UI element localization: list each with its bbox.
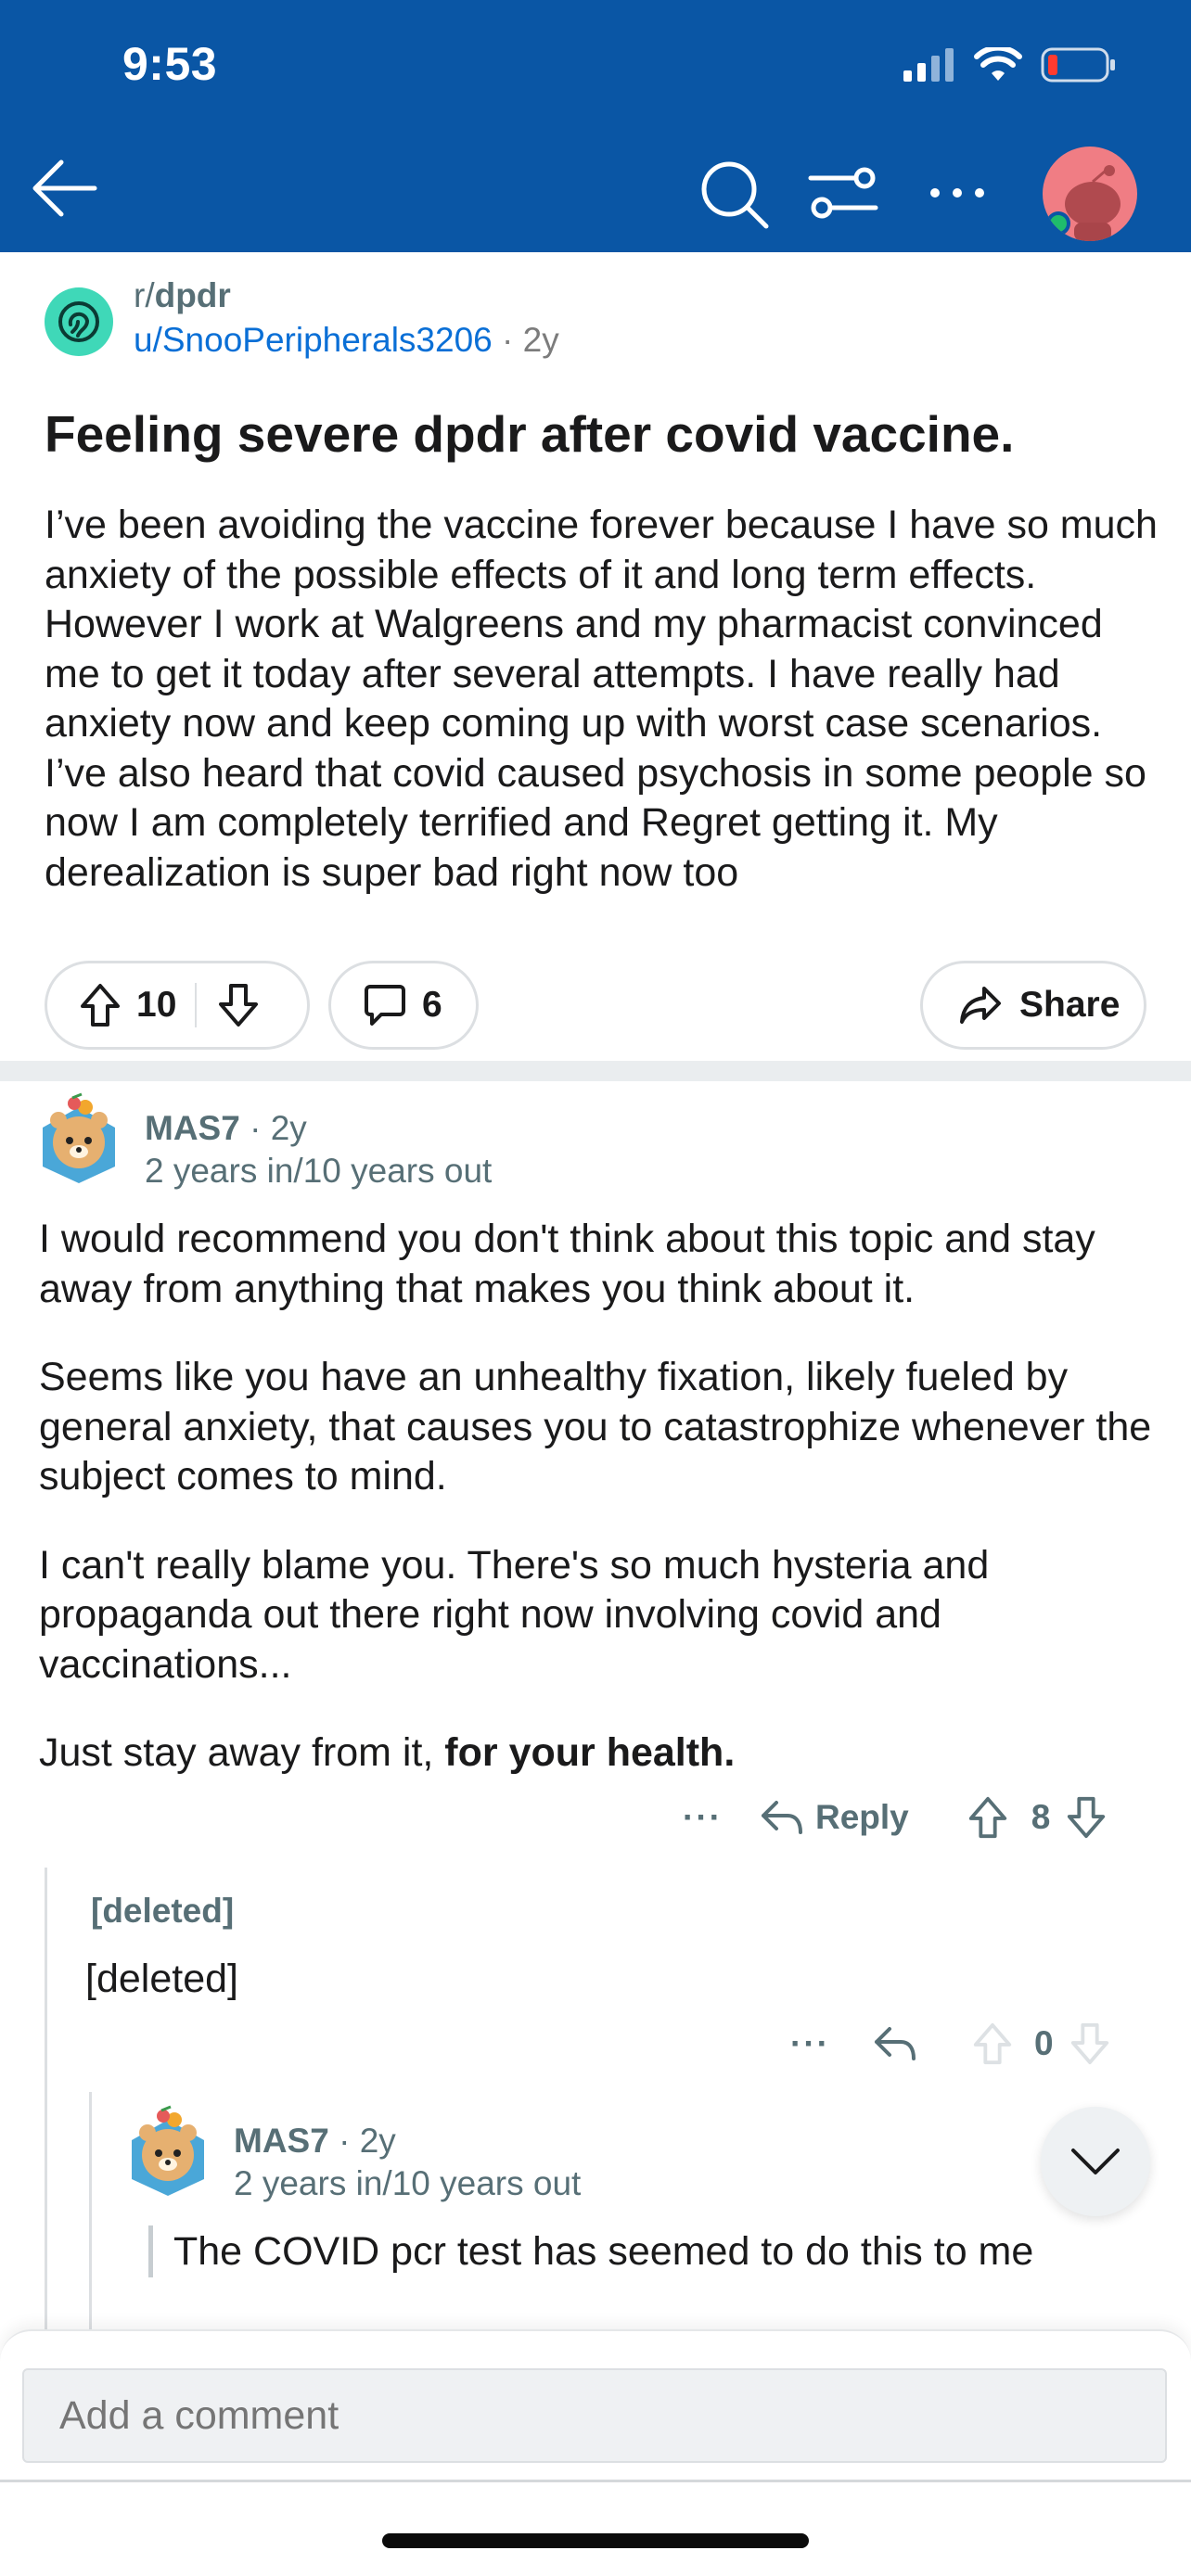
- share-label: Share: [1019, 985, 1121, 1025]
- subreddit-prefix: r/: [134, 276, 155, 314]
- comment-age: 2y: [270, 1109, 307, 1147]
- post-vote-bar: 10: [45, 961, 310, 1050]
- comment-author[interactable]: MAS7 · 2y: [234, 2122, 396, 2161]
- composer-divider: [0, 2480, 1191, 2482]
- comment-author-name: MAS7: [234, 2122, 329, 2160]
- bear-avatar-icon: [43, 1092, 115, 1183]
- comment-paragraph: Seems like you have an unhealthy fixatio…: [39, 1355, 1152, 1498]
- more-options-button[interactable]: [926, 182, 989, 204]
- comment-actions: ··· Reply 8: [683, 1795, 1108, 1840]
- comment-paragraph: I can't really blame you. There's so muc…: [39, 1542, 990, 1687]
- chevron-down-icon: [1071, 2149, 1120, 2174]
- post-body: I’ve been avoiding the vaccine forever b…: [45, 503, 1158, 895]
- subreddit-label: dpdr: [154, 276, 231, 314]
- commenter-avatar[interactable]: [35, 1090, 122, 1183]
- downvote-icon[interactable]: [1065, 1795, 1108, 1840]
- back-button[interactable]: [28, 156, 102, 221]
- search-button[interactable]: [698, 158, 772, 232]
- post-vote-count: 10: [136, 985, 177, 1025]
- separator-dot: ·: [328, 2122, 360, 2160]
- comment-more-button[interactable]: ···: [790, 2024, 830, 2063]
- quoted-text: The COVID pcr test has seemed to do this…: [148, 2225, 1033, 2277]
- reply-arrow-icon: [761, 1801, 802, 1834]
- add-comment-input[interactable]: [22, 2368, 1167, 2463]
- comment-more-button[interactable]: ···: [683, 1798, 723, 1837]
- reply-arrow-icon[interactable]: [873, 2025, 917, 2062]
- comment-count: 6: [422, 985, 442, 1025]
- commenter-avatar[interactable]: [124, 2103, 211, 2196]
- home-indicator[interactable]: [382, 2533, 809, 2548]
- comment-body: [deleted]: [85, 1957, 238, 2001]
- scroll-next-button[interactable]: [1041, 2107, 1150, 2216]
- reply-label: Reply: [814, 1798, 909, 1836]
- upvote-icon[interactable]: [967, 1795, 1009, 1840]
- reply-button[interactable]: Reply: [760, 1798, 909, 1837]
- online-status-dot: [1046, 211, 1070, 236]
- comment-author: [deleted]: [91, 1892, 235, 1930]
- app-header: 9:53: [0, 0, 1191, 252]
- upvote-icon[interactable]: [971, 2021, 1014, 2066]
- downvote-icon[interactable]: [1069, 2021, 1111, 2066]
- user-avatar[interactable]: [1043, 147, 1137, 241]
- comment-actions: ··· 0: [790, 2021, 1111, 2066]
- fingerprint-icon: [58, 301, 99, 342]
- comment-vote-count: 8: [1031, 1798, 1051, 1836]
- share-arrow-icon: [960, 987, 1001, 1024]
- thread-line[interactable]: [45, 1868, 47, 2329]
- battery-icon: [1041, 47, 1115, 83]
- share-button[interactable]: Share: [920, 961, 1146, 1050]
- comment-body: I would recommend you don't think about …: [39, 1215, 1152, 1817]
- comment-bold-text: for your health.: [444, 1730, 736, 1775]
- comment-vote-count: 0: [1033, 2024, 1054, 2062]
- downvote-icon[interactable]: [217, 982, 260, 1028]
- post-age: 2y: [522, 321, 559, 359]
- more-horizontal-icon: [930, 188, 984, 198]
- vote-divider: [195, 983, 198, 1027]
- arrow-left-icon: [32, 159, 97, 217]
- comment-author[interactable]: MAS7 · 2y: [145, 1109, 307, 1148]
- comment-author-name: MAS7: [145, 1109, 240, 1147]
- upvote-icon[interactable]: [79, 982, 122, 1028]
- post-title: Feeling severe dpdr after covid vaccine.: [45, 405, 1015, 463]
- comment-bubble-icon: [365, 985, 405, 1026]
- status-icons: [903, 46, 1117, 83]
- status-time: 9:53: [122, 38, 218, 90]
- comments-button[interactable]: 6: [328, 961, 479, 1050]
- signal-icon: [903, 48, 954, 82]
- wifi-icon: [974, 47, 1022, 81]
- comment-age: 2y: [359, 2122, 396, 2160]
- comment-paragraph: I would recommend you don't think about …: [39, 1217, 1095, 1311]
- post-author-line: u/SnooPeripherals3206 · 2y: [134, 321, 559, 360]
- comment-paragraph: Just stay away from it, for your health.: [39, 1728, 1152, 1779]
- subreddit-name[interactable]: r/dpdr: [134, 276, 231, 315]
- search-icon: [701, 161, 769, 229]
- separator-dot: ·: [502, 321, 523, 359]
- sort-button[interactable]: [807, 165, 881, 221]
- section-divider: [0, 1061, 1191, 1081]
- separator-dot: ·: [239, 1109, 271, 1147]
- post-author-link[interactable]: u/SnooPeripherals3206: [134, 321, 493, 359]
- sliders-icon: [808, 167, 878, 219]
- subreddit-icon[interactable]: [45, 287, 113, 356]
- user-flair: 2 years in/10 years out: [234, 2164, 582, 2202]
- bear-avatar-icon: [132, 2105, 204, 2196]
- user-flair: 2 years in/10 years out: [145, 1152, 493, 1190]
- comment-text: Just stay away from it,: [39, 1730, 445, 1775]
- thread-line[interactable]: [89, 2092, 92, 2329]
